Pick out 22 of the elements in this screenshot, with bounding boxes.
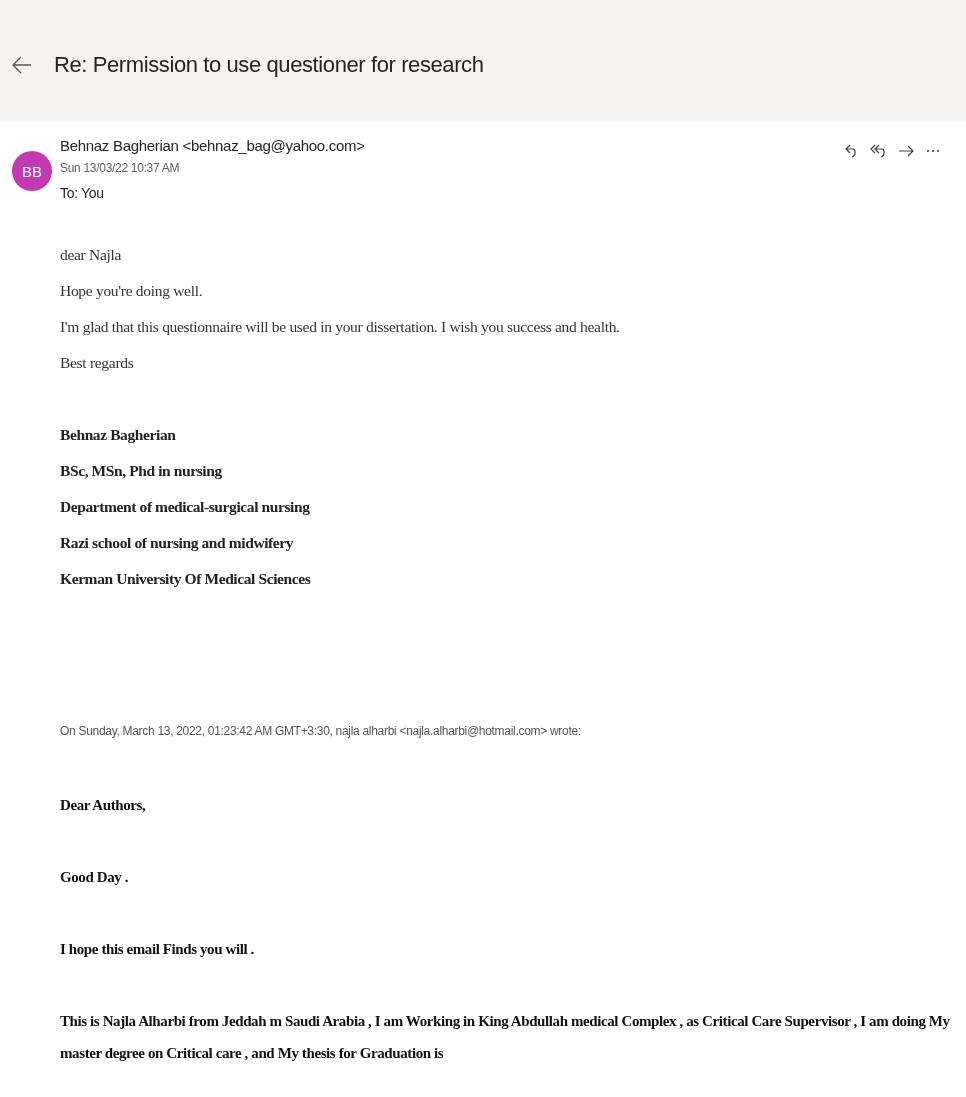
- reply-all-icon[interactable]: [870, 142, 886, 160]
- body-line: Best regards: [60, 353, 135, 373]
- quote-header: On Sunday, March 13, 2022, 01:23:42 AM GMT+3:30, najla alharbi <najla.alharbi@hotmail.com> wrote:: [60, 723, 582, 740]
- body-line: dear Najla: [60, 245, 123, 265]
- sent-date: Sun 13/03/22 10:37 AM: [60, 161, 181, 175]
- signature-line: BSc, MSn, Phd in nursing: [60, 461, 223, 481]
- back-arrow-icon[interactable]: [12, 54, 32, 76]
- reply-icon[interactable]: [844, 142, 858, 160]
- signature-line: Kerman University Of Medical Sciences: [60, 569, 312, 589]
- quoted-paragraph: This is Najla Alharbi from Jeddah m Saudi Arabia , I am Working in King Abdullah medical Complex , as Critical Care Supervisor , I am doing My master degree on Critical care , and My thesis for Graduation is: [60, 1012, 950, 1063]
- sender-name: Behnaz Bagherian <behnaz_bag@yahoo.com>: [60, 136, 366, 156]
- signature-line: Razi school of nursing and midwifery: [60, 533, 295, 553]
- recipients: To: You: [60, 185, 105, 201]
- quoted-paragraph: I hope this email Finds you will .: [60, 940, 255, 959]
- email-subject: Re: Permission to use questioner for research: [54, 52, 484, 78]
- signature-line: Behnaz Bagherian: [60, 425, 177, 445]
- body-line: Hope you're doing well.: [60, 281, 204, 301]
- signature-line: Department of medical-surgical nursing: [60, 497, 311, 517]
- quoted-paragraph: Dear Authors,: [60, 796, 147, 815]
- body-line: I'm glad that this questionnaire will be used in your dissertation. I wish you success and health.: [60, 317, 621, 337]
- quoted-paragraph: Good Day .: [60, 868, 130, 887]
- sender-avatar: BB: [12, 151, 52, 191]
